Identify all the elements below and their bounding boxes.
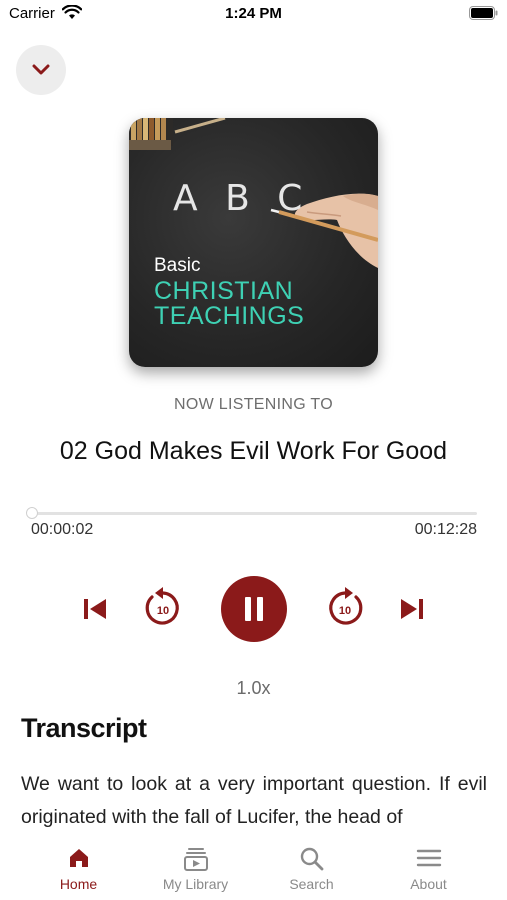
total-duration: 00:12:28 (414, 521, 477, 538)
forward-seconds-label: 10 (339, 605, 351, 617)
forward-10-button[interactable]: 10 (323, 584, 367, 632)
status-time: 1:24 PM (225, 5, 282, 22)
artwork-title-basic: Basic (154, 255, 201, 276)
previous-track-button[interactable] (78, 591, 112, 627)
elapsed-time: 00:00:02 (31, 521, 94, 538)
tab-bar: Home My Library Search About (0, 832, 507, 900)
collapse-player-button[interactable] (16, 45, 66, 95)
rewind-seconds-label: 10 (157, 605, 169, 617)
forward-10-icon: 10 (329, 587, 363, 625)
library-icon (183, 848, 208, 871)
battery-icon (469, 6, 498, 25)
playback-speed-button[interactable]: 1.0x (0, 678, 507, 699)
track-title: 02 God Makes Evil Work For Good (59, 437, 448, 465)
album-artwork: A B C Basic CHRISTIAN TEACHINGS (129, 118, 378, 367)
tab-home[interactable]: Home (20, 832, 137, 900)
now-listening-label: NOW LISTENING TO (174, 396, 333, 413)
tab-about[interactable]: About (370, 832, 487, 900)
tab-my-library[interactable]: My Library (137, 832, 254, 900)
skip-next-icon (401, 599, 423, 619)
pause-icon (245, 597, 263, 621)
next-track-button[interactable] (395, 591, 429, 627)
search-icon (300, 847, 323, 871)
skip-previous-icon (84, 599, 106, 619)
status-bar: Carrier 1:24 PM (0, 0, 507, 30)
progress-slider[interactable] (26, 507, 477, 519)
transcript-heading: Transcript (21, 713, 147, 743)
menu-icon (416, 849, 441, 867)
tab-my-library-label: My Library (162, 876, 229, 892)
tab-about-label: About (410, 876, 447, 892)
home-icon (69, 849, 88, 867)
transcript-text: We want to look at a very important ques… (21, 773, 487, 828)
artwork-letters: A B C (173, 178, 311, 219)
progress-thumb[interactable] (26, 507, 39, 519)
tab-search[interactable]: Search (253, 832, 370, 900)
rewind-10-icon: 10 (145, 587, 179, 625)
pause-button[interactable] (221, 576, 287, 642)
artwork-title-teachings: TEACHINGS (154, 302, 305, 330)
rewind-10-button[interactable]: 10 (141, 584, 185, 632)
tab-search-label: Search (289, 876, 334, 892)
chevron-down-icon (32, 64, 50, 75)
tab-home-label: Home (59, 876, 98, 892)
